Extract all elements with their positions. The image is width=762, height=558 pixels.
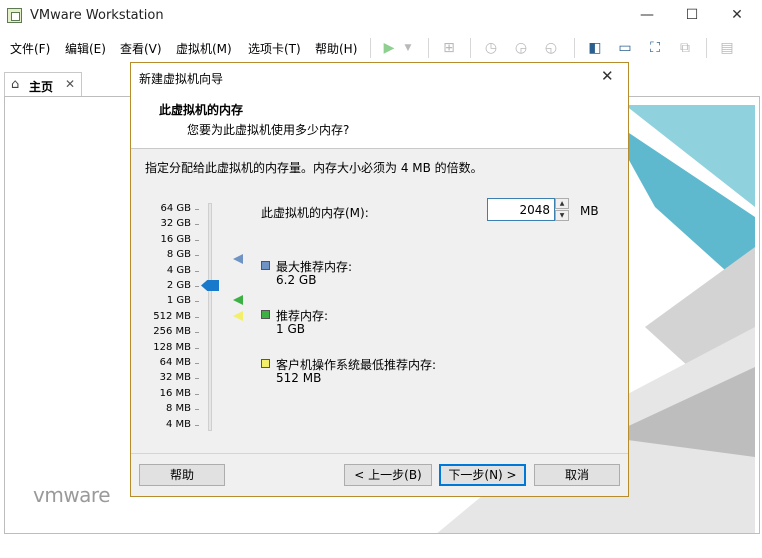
maximize-button[interactable]: ☐ xyxy=(669,0,715,30)
min-recommended-marker-icon xyxy=(233,311,243,321)
tab-home-label: 主页 xyxy=(29,80,54,94)
min-recommended-value: 512 MB xyxy=(276,371,322,385)
min-recommended-swatch xyxy=(261,359,270,368)
scale-tick xyxy=(195,409,199,410)
scale-label: 1 GB xyxy=(166,295,191,306)
title-bar: VMware Workstation — ☐ ✕ xyxy=(0,0,762,32)
menu-file[interactable]: 文件(F) xyxy=(10,40,50,57)
close-window-button[interactable]: ✕ xyxy=(714,0,760,30)
toolbar-separator xyxy=(574,38,575,58)
memory-slider-thumb[interactable] xyxy=(201,280,219,291)
scale-label: 8 GB xyxy=(166,249,191,260)
max-recommended-value: 6.2 GB xyxy=(276,273,317,287)
dialog-title: 新建虚拟机向导 xyxy=(139,72,224,86)
manage-snapshots-icon[interactable]: ◵ xyxy=(540,38,562,58)
scale-tick xyxy=(195,240,199,241)
scale-tick xyxy=(195,301,199,302)
dialog-title-bar: 新建虚拟机向导 ✕ xyxy=(131,63,628,91)
scale-label: 512 MB xyxy=(153,311,191,322)
toolbar-separator xyxy=(428,38,429,58)
scale-tick xyxy=(195,286,199,287)
menu-view[interactable]: 查看(V) xyxy=(120,40,162,57)
scale-tick xyxy=(195,394,199,395)
next-button[interactable]: 下一步(N) > xyxy=(439,464,526,486)
new-vm-wizard-dialog: 新建虚拟机向导 ✕ 此虚拟机的内存 您要为此虚拟机使用多少内存? 指定分配给此虚… xyxy=(130,62,629,497)
scale-tick xyxy=(195,317,199,318)
memory-unit: MB xyxy=(580,204,599,218)
recommended-value: 1 GB xyxy=(276,322,305,336)
scale-label: 64 GB xyxy=(160,203,191,214)
menu-vm[interactable]: 虚拟机(M) xyxy=(176,40,232,57)
tab-home[interactable]: ⌂ 主页 ✕ xyxy=(4,72,82,98)
status-bar xyxy=(0,540,762,558)
toolbar-separator xyxy=(470,38,471,58)
scale-label: 4 GB xyxy=(166,265,191,276)
memory-slider-track[interactable] xyxy=(208,203,212,431)
dialog-close-icon[interactable]: ✕ xyxy=(601,67,614,85)
scale-label: 256 MB xyxy=(153,326,191,337)
scale-tick xyxy=(195,378,199,379)
console-icon[interactable]: ▭ xyxy=(614,38,636,58)
unity-icon[interactable]: ⧉ xyxy=(674,38,696,58)
memory-label: 此虚拟机的内存(M): xyxy=(261,206,369,220)
scale-label: 64 MB xyxy=(159,357,191,368)
home-icon: ⌂ xyxy=(11,77,20,92)
page-subheading: 您要为此虚拟机使用多少内存? xyxy=(187,123,350,137)
minimize-button[interactable]: — xyxy=(624,0,670,30)
scale-tick xyxy=(195,425,199,426)
back-button[interactable]: < 上一步(B) xyxy=(344,464,432,486)
scale-label: 8 MB xyxy=(165,403,191,414)
max-recommended-marker-icon xyxy=(233,254,243,264)
scale-label: 32 MB xyxy=(159,372,191,383)
spin-up-button[interactable]: ▲ xyxy=(555,198,569,209)
toolbar-separator xyxy=(706,38,707,58)
scale-tick xyxy=(195,271,199,272)
sidebar-icon[interactable]: ◧ xyxy=(584,38,606,58)
spin-down-button[interactable]: ▼ xyxy=(555,210,569,221)
network-icon[interactable]: ⊞ xyxy=(438,38,460,58)
vmware-logo: vmware xyxy=(33,483,111,507)
scale-label: 16 GB xyxy=(160,234,191,245)
recommended-swatch xyxy=(261,310,270,319)
max-recommended-swatch xyxy=(261,261,270,270)
dialog-header: 此虚拟机的内存 您要为此虚拟机使用多少内存? xyxy=(131,91,628,149)
play-icon[interactable]: ▶ xyxy=(378,38,400,58)
scale-tick xyxy=(195,332,199,333)
scale-tick xyxy=(195,255,199,256)
page-heading: 此虚拟机的内存 xyxy=(159,103,244,117)
scale-tick xyxy=(195,348,199,349)
footer-divider xyxy=(131,453,628,454)
thumbnail-icon[interactable]: ▤ xyxy=(716,38,738,58)
menu-tabs[interactable]: 选项卡(T) xyxy=(248,40,301,57)
scale-tick xyxy=(195,363,199,364)
help-button[interactable]: 帮助 xyxy=(139,464,225,486)
menu-help[interactable]: 帮助(H) xyxy=(315,40,357,57)
menu-edit[interactable]: 编辑(E) xyxy=(65,40,106,57)
memory-input[interactable] xyxy=(487,198,555,221)
scale-label: 128 MB xyxy=(153,342,191,353)
scale-tick xyxy=(195,224,199,225)
recommended-marker-icon xyxy=(233,295,243,305)
tab-close-icon[interactable]: ✕ xyxy=(65,77,75,91)
vmware-app-icon xyxy=(7,8,22,23)
cancel-button[interactable]: 取消 xyxy=(534,464,620,486)
scale-label: 16 MB xyxy=(159,388,191,399)
scale-label: 2 GB xyxy=(166,280,191,291)
window-title: VMware Workstation xyxy=(30,8,164,23)
fullscreen-icon[interactable]: ⛶ xyxy=(644,38,666,58)
scale-tick xyxy=(195,209,199,210)
scale-label: 32 GB xyxy=(160,218,191,229)
scale-label: 4 MB xyxy=(165,419,191,430)
toolbar-separator xyxy=(370,38,371,58)
dropdown-icon[interactable]: ▼ xyxy=(402,38,414,58)
instruction-text: 指定分配给此虚拟机的内存量。内存大小必须为 4 MB 的倍数。 xyxy=(145,161,483,175)
revert-snapshot-icon[interactable]: ◶ xyxy=(510,38,532,58)
snapshot-icon[interactable]: ◷ xyxy=(480,38,502,58)
